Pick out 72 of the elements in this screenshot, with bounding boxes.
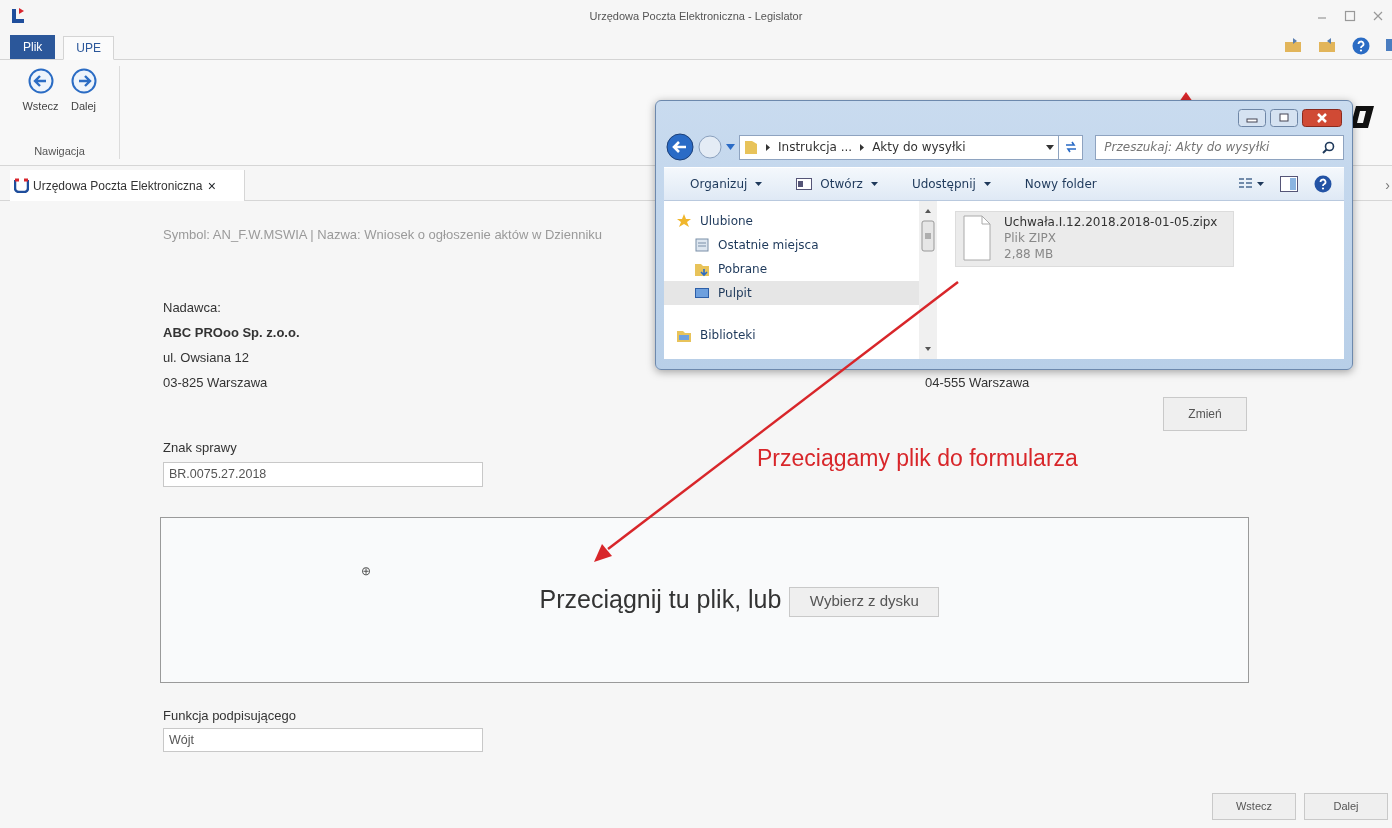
- menu-button[interactable]: Udostępnij: [903, 175, 999, 193]
- case-number-field[interactable]: BR.0075.27.2018: [163, 461, 483, 487]
- window-title: Urzędowa Poczta Elektroniczna - Legislator: [589, 8, 803, 24]
- navigation-item[interactable]: Biblioteki: [664, 323, 919, 347]
- tab-scroll-button[interactable]: ›: [1385, 170, 1390, 200]
- search-icon: [1322, 140, 1335, 154]
- star-icon: [676, 213, 692, 229]
- folder-import-icon[interactable]: [1318, 36, 1336, 53]
- search-field[interactable]: Przeszukaj: Akty do wysyłki: [1095, 134, 1344, 160]
- sender-city: 03-825 Warszawa: [163, 373, 268, 392]
- caret-icon: [755, 182, 763, 186]
- recent-places-icon: [694, 237, 710, 253]
- dropdown-caret-icon[interactable]: [1045, 144, 1054, 150]
- address-bar[interactable]: Instrukcja ... Akty do wysyłki: [739, 134, 1059, 160]
- file-size: 2,88 MB: [1004, 246, 1055, 262]
- sender-name: ABC PROoo Sp. z.o.o.: [163, 323, 300, 342]
- navigation-item[interactable]: Ulubione: [664, 209, 919, 233]
- help-icon[interactable]: [1314, 175, 1332, 193]
- folder-export-icon[interactable]: [1284, 36, 1302, 53]
- app-logo-icon: [14, 178, 29, 193]
- navigation-item[interactable]: Ostatnie miejsca: [664, 233, 919, 257]
- preview-pane-icon[interactable]: [1280, 176, 1298, 192]
- ribbon-group-label: Nawigacja: [34, 143, 85, 159]
- choose-file-button[interactable]: Wybierz z dysku: [789, 586, 940, 617]
- window-icon: [796, 178, 813, 190]
- ribbon-tab[interactable]: UPE: [63, 36, 115, 60]
- case-number-label: Znak sprawy: [163, 438, 237, 457]
- breadcrumb[interactable]: Instrukcja ...: [778, 138, 853, 156]
- desktop-icon: [694, 285, 710, 301]
- drop-zone-text: Przeciągnij tu plik, lub: [539, 583, 782, 615]
- file-type: Plik ZIPX: [1004, 230, 1057, 246]
- drop-zone[interactable]: ⊕ Przeciągnij tu plik, lub Wybierz z dysku: [160, 516, 1249, 683]
- maximize-icon[interactable]: [1344, 10, 1356, 22]
- file-item[interactable]: Uchwała.I.12.2018.2018-01-05.zipx Plik ZIPX 2,88 MB: [955, 211, 1234, 267]
- sender-street: ul. Owsiana 12: [163, 348, 249, 367]
- caret-icon: [983, 182, 991, 186]
- navigation-item[interactable]: Pobrane: [664, 257, 919, 281]
- refresh-icon: [1063, 141, 1078, 153]
- file-name: Uchwała.I.12.2018.2018-01-05.zipx: [1004, 214, 1218, 230]
- back-button[interactable]: Wstecz: [1212, 793, 1296, 820]
- next-button[interactable]: Dalej: [1304, 793, 1388, 820]
- tab-close-button[interactable]: ×: [207, 178, 216, 193]
- logo-fragment-drawing: [1350, 104, 1376, 130]
- cursor-marker: ⊕: [361, 562, 371, 580]
- open-button[interactable]: Otwórz: [788, 175, 886, 193]
- signer-function-label: Funkcja podpisującego: [163, 706, 296, 725]
- form-symbol-text: Symbol: AN_F.W.MSWIA | Nazwa: Wniosek o ogłoszenie aktów w Dzienniku: [163, 226, 603, 244]
- breadcrumb-arrow-icon: [860, 143, 865, 151]
- view-options-icon[interactable]: [1238, 177, 1264, 191]
- file-menu-tab[interactable]: Plik: [10, 35, 56, 59]
- signer-function-field[interactable]: Wójt: [163, 727, 483, 752]
- forward-button[interactable]: Dalej: [66, 66, 101, 117]
- minimize-icon[interactable]: [1238, 109, 1266, 127]
- back-button[interactable]: Wstecz: [18, 66, 63, 117]
- recipient-city: 04-555 Warszawa: [925, 373, 1030, 392]
- sender-label: Nadawca:: [163, 298, 221, 317]
- caret-icon: [870, 182, 878, 186]
- annotation-text: Przeciągamy plik do formularza: [757, 444, 1078, 473]
- navigation-item[interactable]: Pulpit: [664, 281, 919, 305]
- breadcrumb-arrow-icon: [766, 143, 770, 151]
- change-button[interactable]: Zmień: [1163, 396, 1247, 431]
- breadcrumb[interactable]: Akty do wysyłki: [872, 138, 966, 156]
- new-folder-button[interactable]: Nowy folder: [1016, 175, 1105, 193]
- maximize-icon[interactable]: [1270, 109, 1298, 127]
- downloads-folder-icon: [694, 261, 710, 277]
- document-tab[interactable]: Urzędowa Poczta Elektroniczna ×: [10, 170, 245, 201]
- tab-title: Urzędowa Poczta Elektroniczna: [33, 177, 203, 195]
- help-icon[interactable]: [1352, 36, 1370, 55]
- menu-button[interactable]: Organizuj: [682, 175, 771, 193]
- app-logo-icon: [10, 7, 26, 25]
- close-icon[interactable]: [1302, 109, 1342, 127]
- folder-icon: [744, 139, 758, 155]
